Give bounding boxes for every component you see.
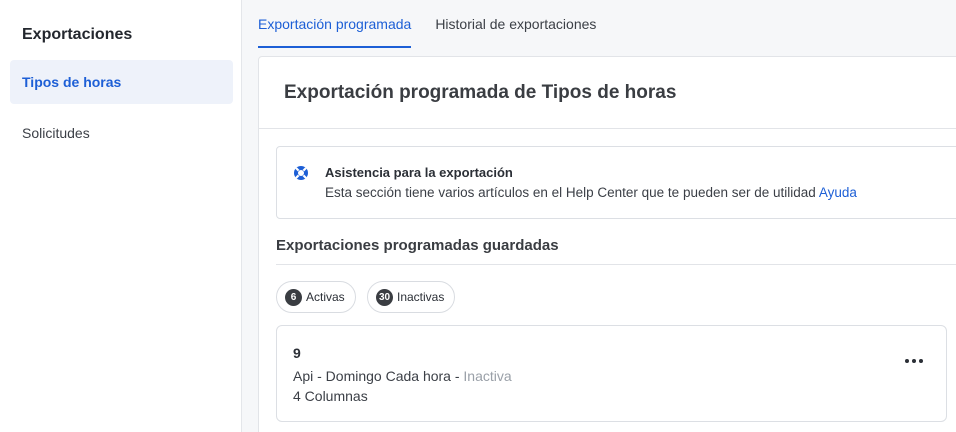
tab-exportacion-programada[interactable]: Exportación programada	[258, 0, 412, 48]
menu-dot	[912, 359, 916, 363]
filter-activas[interactable]: 6 Activas	[276, 281, 356, 313]
sidebar-item-solicitudes[interactable]: Solicitudes	[10, 111, 233, 155]
menu-dot	[919, 359, 923, 363]
panel-header: Exportación programada de Tipos de horas	[259, 57, 956, 129]
more-horizontal-icon[interactable]	[902, 353, 926, 369]
export-panel: Exportación programada de Tipos de horas…	[258, 56, 956, 432]
help-link[interactable]: Ayuda	[819, 185, 857, 200]
filter-inactivas[interactable]: 30 Inactivas	[367, 281, 456, 313]
app-root: Exportaciones Tipos de horas Solicitudes…	[0, 0, 956, 432]
assistance-box: Asistencia para la exportación Esta secc…	[276, 146, 956, 219]
export-card[interactable]: 9 Api - Domingo Cada hora - Inactiva 4 C…	[276, 325, 947, 422]
filter-label: Inactivas	[397, 290, 445, 304]
assistance-title: Asistencia para la exportación	[325, 165, 513, 180]
sidebar-item-tipos-de-horas[interactable]: Tipos de horas	[10, 60, 233, 104]
assistance-text: Esta sección tiene varios artículos en e…	[325, 185, 857, 200]
saved-exports-title: Exportaciones programadas guardadas	[276, 237, 559, 254]
export-schedule: Api - Domingo Cada hora -	[293, 368, 464, 384]
export-name: 9	[293, 345, 301, 361]
sidebar-title: Exportaciones	[22, 26, 133, 43]
export-columns: 4 Columnas	[293, 388, 368, 404]
divider	[276, 264, 956, 265]
page-title: Exportación programada de Tipos de horas	[284, 81, 677, 103]
tab-historial-de-exportaciones[interactable]: Historial de exportaciones	[435, 0, 596, 48]
main-content: Exportación programada Historial de expo…	[242, 0, 956, 432]
count-badge: 30	[376, 288, 393, 306]
export-description: Api - Domingo Cada hora - Inactiva	[293, 368, 512, 384]
filter-label: Activas	[306, 290, 345, 304]
lifebuoy-icon	[294, 166, 308, 180]
menu-dot	[905, 359, 909, 363]
tab-bar: Exportación programada Historial de expo…	[258, 0, 620, 48]
count-badge: 6	[285, 288, 302, 306]
status-badge: Inactiva	[463, 368, 512, 384]
assistance-description: Esta sección tiene varios artículos en e…	[325, 185, 816, 200]
sidebar: Exportaciones Tipos de horas Solicitudes	[0, 0, 242, 432]
